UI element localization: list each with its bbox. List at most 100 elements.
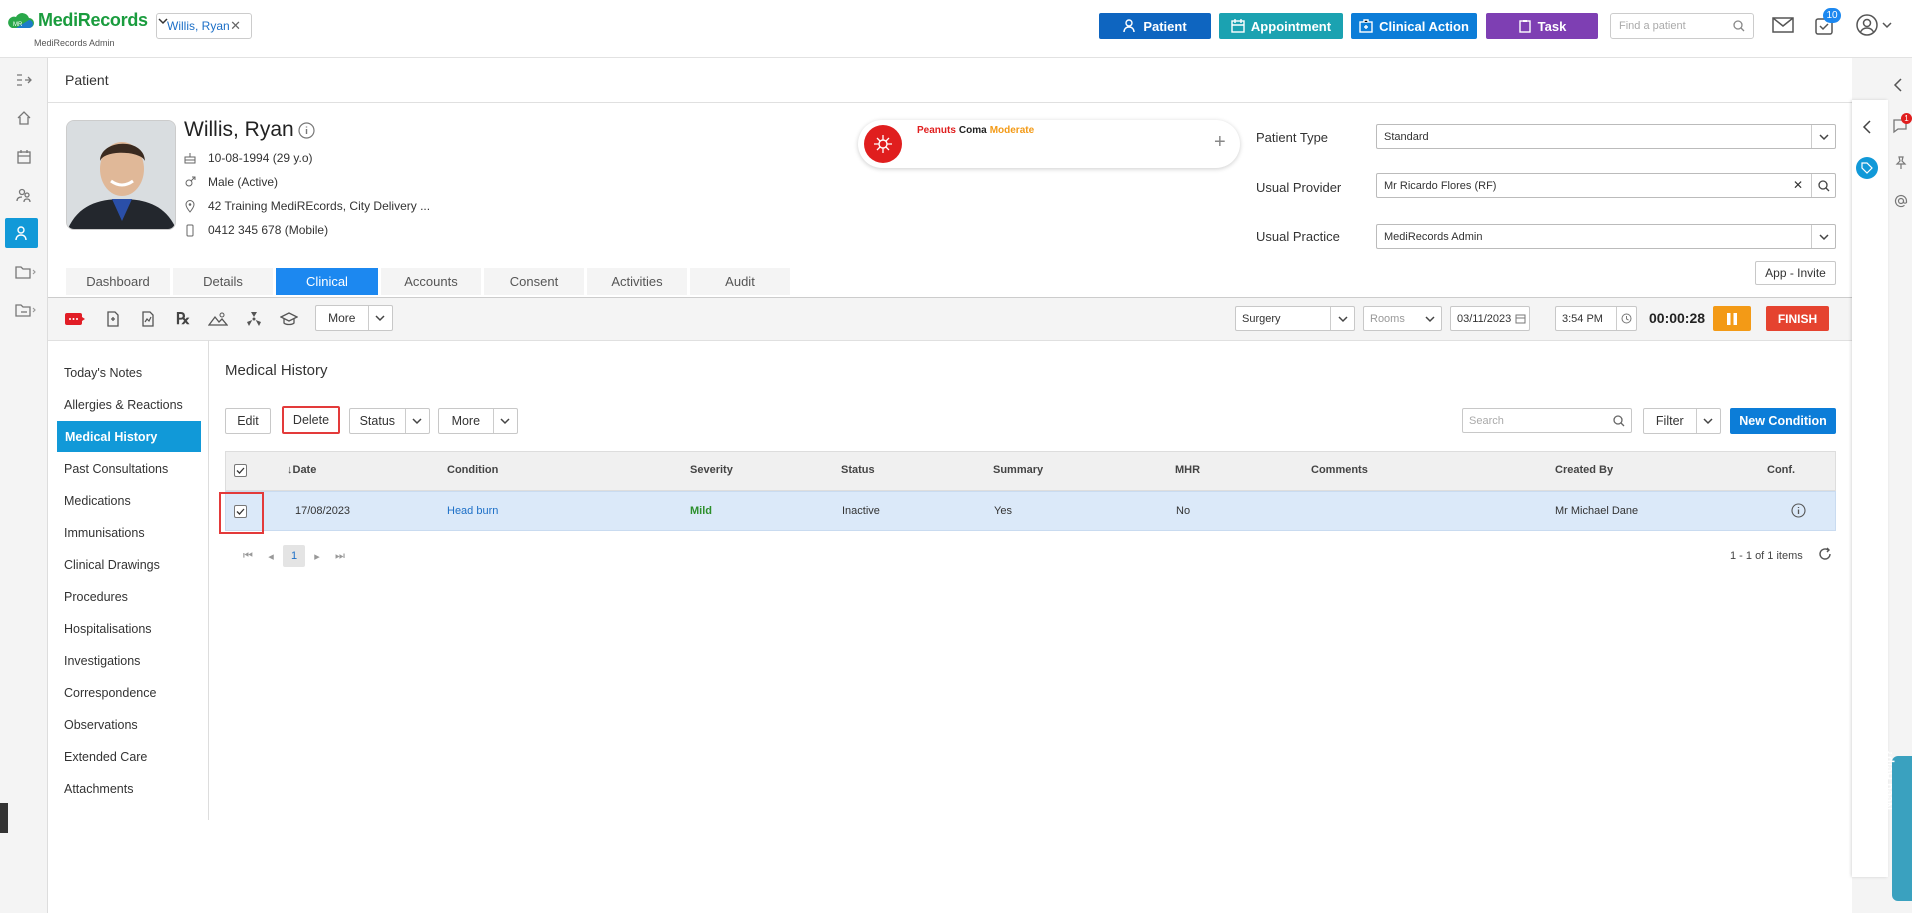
ehealth-icon[interactable] bbox=[63, 308, 87, 330]
first-page-icon[interactable]: ⏮ bbox=[237, 545, 259, 567]
usual-practice-select[interactable]: MediRecords Admin bbox=[1376, 224, 1836, 249]
info-icon[interactable] bbox=[1791, 503, 1806, 518]
prev-page-icon[interactable]: ◂ bbox=[260, 545, 282, 567]
edit-button[interactable]: Edit bbox=[225, 408, 271, 434]
last-page-icon[interactable]: ⏭ bbox=[329, 545, 351, 567]
referral-document-icon[interactable] bbox=[101, 308, 125, 330]
content-more-dropdown[interactable]: More bbox=[438, 408, 518, 434]
at-mention-icon[interactable] bbox=[1894, 194, 1908, 208]
sidebar-item-correspondence[interactable]: Correspondence bbox=[56, 677, 201, 708]
col-header-summary[interactable]: Summary bbox=[993, 464, 1043, 476]
rooms-select[interactable]: Rooms bbox=[1363, 306, 1442, 331]
chevron-down-icon[interactable] bbox=[1419, 314, 1441, 324]
col-header-condition[interactable]: Condition bbox=[447, 464, 498, 476]
chevron-down-icon[interactable] bbox=[1811, 125, 1835, 148]
sidebar-item-procedures[interactable]: Procedures bbox=[56, 581, 201, 612]
tab-audit[interactable]: Audit bbox=[690, 268, 790, 295]
user-menu[interactable] bbox=[1856, 14, 1892, 36]
chevron-down-icon[interactable] bbox=[369, 313, 392, 323]
tag-icon[interactable] bbox=[1856, 157, 1878, 179]
col-header-severity[interactable]: Severity bbox=[690, 464, 733, 476]
sidebar-item-observations[interactable]: Observations bbox=[56, 709, 201, 740]
close-icon[interactable]: ✕ bbox=[230, 18, 241, 34]
col-header-conf[interactable]: Conf. bbox=[1767, 464, 1795, 476]
tab-activities[interactable]: Activities bbox=[587, 268, 687, 295]
chevron-down-icon[interactable] bbox=[1330, 307, 1354, 330]
tab-dashboard[interactable]: Dashboard bbox=[66, 268, 170, 295]
chevron-down-icon[interactable] bbox=[1697, 416, 1720, 426]
tab-accounts[interactable]: Accounts bbox=[381, 268, 481, 295]
col-header-created-by[interactable]: Created By bbox=[1555, 464, 1613, 476]
status-dropdown[interactable]: Status bbox=[349, 408, 430, 434]
clock-icon[interactable] bbox=[1616, 307, 1636, 330]
sidebar-item-clinical-drawings[interactable]: Clinical Drawings bbox=[56, 549, 201, 580]
tab-clinical[interactable]: Clinical bbox=[276, 268, 378, 295]
col-header-status[interactable]: Status bbox=[841, 464, 875, 476]
app-logo[interactable]: MR MediRecords bbox=[6, 10, 168, 31]
sidebar-item-hospitalisations[interactable]: Hospitalisations bbox=[56, 613, 201, 644]
feedback-tab[interactable] bbox=[0, 803, 8, 833]
page-number[interactable]: 1 bbox=[283, 545, 305, 567]
radiation-icon[interactable] bbox=[242, 308, 266, 330]
col-header-mhr[interactable]: MHR bbox=[1175, 464, 1200, 476]
need-help-tab[interactable] bbox=[1892, 756, 1912, 901]
patient-type-select[interactable]: Standard bbox=[1376, 124, 1836, 149]
cell-condition-link[interactable]: Head burn bbox=[447, 505, 498, 517]
folder-export-icon[interactable] bbox=[14, 298, 38, 322]
time-input[interactable]: 3:54 PM bbox=[1555, 306, 1637, 331]
add-alert-icon[interactable]: + bbox=[1214, 132, 1226, 152]
sidebar-item-extended-care[interactable]: Extended Care bbox=[56, 741, 201, 772]
info-icon[interactable] bbox=[298, 122, 315, 139]
search-icon[interactable] bbox=[1733, 20, 1745, 32]
appointment-button[interactable]: Appointment bbox=[1219, 13, 1343, 39]
open-patient-tab[interactable]: Willis, Ryan ✕ bbox=[156, 13, 252, 39]
sidebar-item-past-consultations[interactable]: Past Consultations bbox=[56, 453, 201, 484]
sidebar-item-investigations[interactable]: Investigations bbox=[56, 645, 201, 676]
find-patient-input[interactable]: Find a patient bbox=[1610, 13, 1754, 39]
filter-dropdown[interactable]: Filter bbox=[1643, 408, 1721, 434]
education-cap-icon[interactable] bbox=[277, 308, 301, 330]
home-icon[interactable] bbox=[12, 106, 36, 130]
collapse-right-icon[interactable] bbox=[1893, 78, 1903, 92]
app-invite-button[interactable]: App - Invite bbox=[1755, 261, 1836, 285]
chevron-down-icon[interactable] bbox=[406, 416, 429, 426]
sidebar-item-allergies[interactable]: Allergies & Reactions bbox=[56, 389, 201, 420]
patient-button[interactable]: Patient bbox=[1099, 13, 1211, 39]
chevron-down-icon[interactable] bbox=[494, 416, 517, 426]
refresh-icon[interactable] bbox=[1818, 547, 1832, 561]
col-header-comments[interactable]: Comments bbox=[1311, 464, 1368, 476]
row-checkbox[interactable] bbox=[234, 505, 247, 518]
pause-button[interactable] bbox=[1713, 306, 1751, 331]
calendar-icon[interactable] bbox=[1511, 313, 1529, 324]
next-page-icon[interactable]: ▸ bbox=[306, 545, 328, 567]
clear-icon[interactable]: ✕ bbox=[1793, 178, 1803, 192]
task-button[interactable]: Task bbox=[1486, 13, 1598, 39]
delete-button[interactable]: Delete bbox=[282, 406, 340, 434]
people-icon[interactable] bbox=[12, 183, 36, 207]
table-search-input[interactable]: Search bbox=[1462, 408, 1632, 433]
finish-button[interactable]: FINISH bbox=[1766, 306, 1829, 331]
pin-icon[interactable] bbox=[1894, 156, 1908, 170]
patient-icon[interactable] bbox=[10, 221, 34, 245]
chevron-left-icon[interactable] bbox=[1862, 120, 1872, 134]
sidebar-item-medical-history[interactable]: Medical History bbox=[57, 421, 201, 452]
col-header-date[interactable]: ↓Date bbox=[287, 464, 316, 476]
folder-icon[interactable] bbox=[14, 260, 38, 284]
mail-icon[interactable] bbox=[1772, 16, 1794, 34]
search-icon[interactable] bbox=[1811, 174, 1835, 197]
sidebar-item-todays-notes[interactable]: Today's Notes bbox=[56, 357, 201, 388]
usual-provider-input[interactable]: Mr Ricardo Flores (RF) ✕ bbox=[1376, 173, 1836, 198]
new-condition-button[interactable]: New Condition bbox=[1730, 408, 1836, 434]
date-input[interactable]: 03/11/2023 bbox=[1450, 306, 1530, 331]
chevron-down-icon[interactable] bbox=[1811, 225, 1835, 248]
tab-consent[interactable]: Consent bbox=[484, 268, 584, 295]
select-all-checkbox[interactable] bbox=[234, 464, 247, 477]
expand-menu-icon[interactable] bbox=[12, 68, 36, 92]
prescription-rx-icon[interactable]: ℞ bbox=[171, 308, 195, 330]
search-icon[interactable] bbox=[1613, 414, 1625, 427]
calendar-icon[interactable] bbox=[12, 145, 36, 169]
sidebar-item-immunisations[interactable]: Immunisations bbox=[56, 517, 201, 548]
sidebar-item-medications[interactable]: Medications bbox=[56, 485, 201, 516]
clinical-action-button[interactable]: Clinical Action bbox=[1351, 13, 1477, 39]
allergy-alert-panel[interactable] bbox=[858, 120, 1240, 168]
